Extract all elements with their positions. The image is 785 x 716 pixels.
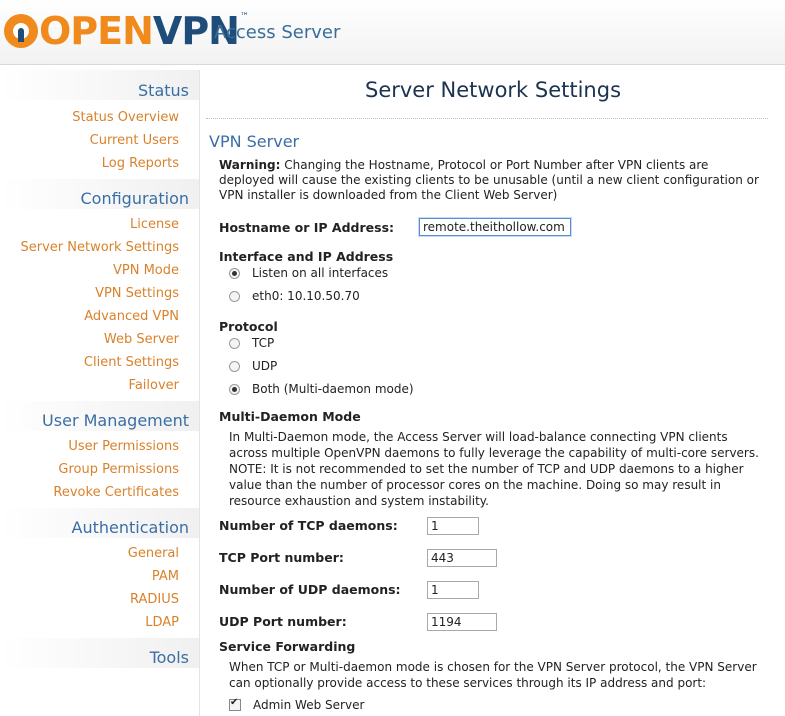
- tcp-daemons-input[interactable]: [427, 517, 479, 535]
- admin-web-server-checkbox[interactable]: [229, 697, 241, 711]
- product-name: Access Server: [214, 22, 341, 43]
- udp-port-label: UDP Port number:: [219, 614, 347, 629]
- sidebar-item-vpn-settings[interactable]: VPN Settings: [0, 282, 199, 305]
- sidebar-item-status-overview[interactable]: Status Overview: [0, 106, 199, 129]
- main-content: Server Network Settings VPN Server Warni…: [199, 70, 785, 716]
- admin-web-server-option[interactable]: Admin Web Server: [229, 697, 365, 712]
- sidebar-item-failover[interactable]: Failover: [0, 374, 199, 397]
- tcp-port-label: TCP Port number:: [219, 550, 344, 565]
- sidebar-item-revoke-certificates[interactable]: Revoke Certificates: [0, 481, 199, 504]
- logo-text-open: OPEN: [39, 9, 154, 53]
- app-header: OPEN VPN ™ Access Server: [0, 0, 785, 65]
- sidebar-section-configuration: Configuration: [0, 179, 199, 209]
- radio-button[interactable]: [229, 337, 240, 349]
- radio-button-selected[interactable]: [229, 267, 240, 279]
- protocol-option-udp[interactable]: UDP: [229, 359, 277, 373]
- radio-button[interactable]: [229, 290, 240, 302]
- sidebar-item-group-permissions[interactable]: Group Permissions: [0, 458, 199, 481]
- protocol-label: Protocol: [219, 319, 278, 334]
- sidebar-section-user-management: User Management: [0, 401, 199, 431]
- service-forwarding-label: Service Forwarding: [219, 639, 356, 654]
- page-title: Server Network Settings: [364, 78, 622, 102]
- sidebar-item-server-network-settings[interactable]: Server Network Settings: [0, 236, 199, 259]
- title-divider: [206, 118, 768, 119]
- protocol-option-both-label: Both (Multi-daemon mode): [252, 382, 414, 396]
- hostname-label: Hostname or IP Address:: [219, 220, 395, 235]
- sidebar-item-radius[interactable]: RADIUS: [0, 588, 199, 611]
- sidebar-item-log-reports[interactable]: Log Reports: [0, 152, 199, 175]
- radio-button[interactable]: [229, 360, 240, 372]
- section-title-vpn-server: VPN Server: [209, 132, 300, 151]
- protocol-option-tcp-label: TCP: [252, 336, 275, 350]
- tcp-daemons-label: Number of TCP daemons:: [219, 518, 398, 533]
- openvpn-keyhole-icon: [4, 14, 38, 48]
- admin-web-server-label: Admin Web Server: [253, 698, 365, 712]
- sidebar-item-general[interactable]: General: [0, 542, 199, 565]
- protocol-option-udp-label: UDP: [252, 359, 278, 373]
- sidebar-section-authentication: Authentication: [0, 508, 199, 538]
- sidebar-section-status: Status: [0, 70, 199, 100]
- tcp-port-input[interactable]: [427, 549, 497, 567]
- udp-daemons-input[interactable]: [427, 581, 479, 599]
- logo-trademark: ™: [239, 12, 249, 22]
- sidebar-item-advanced-vpn[interactable]: Advanced VPN: [0, 305, 199, 328]
- sidebar-item-web-server[interactable]: Web Server: [0, 328, 199, 351]
- sidebar-item-client-settings[interactable]: Client Settings: [0, 351, 199, 374]
- sidebar-item-vpn-mode[interactable]: VPN Mode: [0, 259, 199, 282]
- openvpn-logo[interactable]: OPEN VPN ™: [4, 6, 249, 56]
- hostname-input[interactable]: [419, 218, 571, 236]
- interface-option-eth0[interactable]: eth0: 10.10.50.70: [229, 289, 360, 303]
- protocol-option-tcp[interactable]: TCP: [229, 336, 274, 350]
- sidebar-item-user-permissions[interactable]: User Permissions: [0, 435, 199, 458]
- sidebar-item-ldap[interactable]: LDAP: [0, 611, 199, 634]
- service-forwarding-description: When TCP or Multi-daemon mode is chosen …: [229, 660, 757, 690]
- udp-port-input[interactable]: [427, 613, 497, 631]
- udp-daemons-label: Number of UDP daemons:: [219, 582, 401, 597]
- sidebar-section-tools: Tools: [0, 638, 199, 668]
- multi-daemon-description: In Multi-Daemon mode, the Access Server …: [229, 430, 759, 508]
- sidebar-item-current-users[interactable]: Current Users: [0, 129, 199, 152]
- protocol-option-both[interactable]: Both (Multi-daemon mode): [229, 382, 414, 396]
- warning-message: Warning: Changing the Hostname, Protocol…: [219, 158, 767, 203]
- multi-daemon-label: Multi-Daemon Mode: [219, 409, 361, 424]
- warning-text: Changing the Hostname, Protocol or Port …: [219, 158, 759, 202]
- sidebar-item-pam[interactable]: PAM: [0, 565, 199, 588]
- interface-option-all-label: Listen on all interfaces: [252, 266, 389, 280]
- interface-option-eth0-label: eth0: 10.10.50.70: [252, 289, 360, 303]
- sidebar-item-license[interactable]: License: [0, 213, 199, 236]
- interface-option-all[interactable]: Listen on all interfaces: [229, 266, 388, 280]
- radio-button-selected[interactable]: [229, 383, 240, 395]
- interface-label: Interface and IP Address: [219, 249, 394, 264]
- sidebar-nav: Status Status Overview Current Users Log…: [0, 70, 199, 716]
- warning-label: Warning:: [219, 158, 281, 172]
